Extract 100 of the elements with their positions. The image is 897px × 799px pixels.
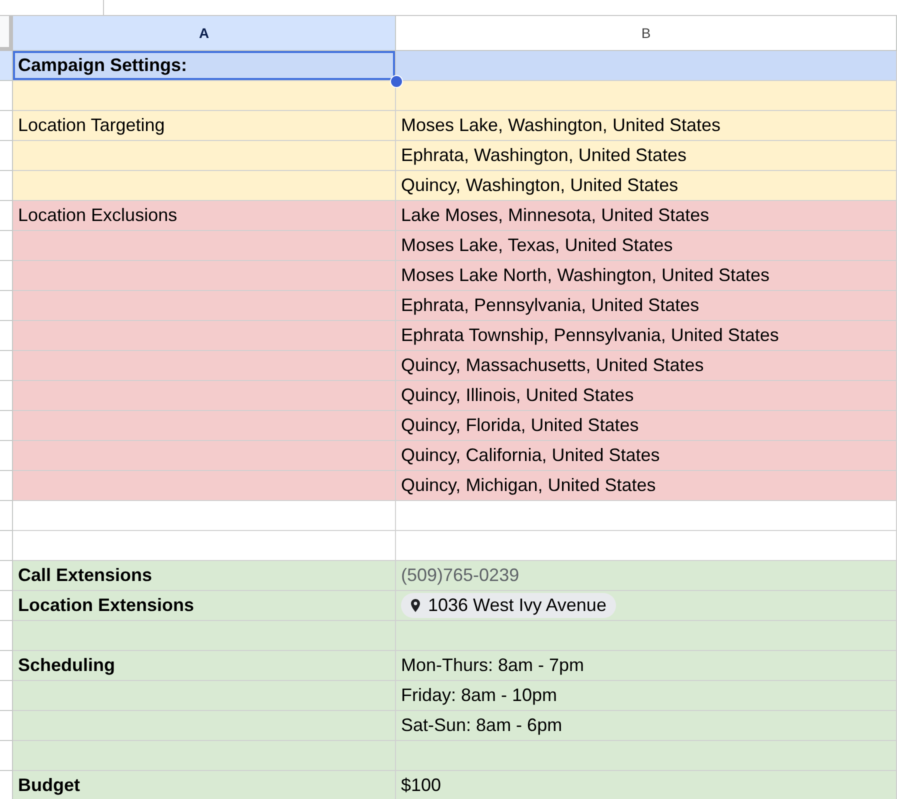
cell-text: Location Extensions <box>18 595 194 616</box>
cell-text: Quincy, California, United States <box>401 445 660 466</box>
row-header[interactable] <box>0 321 13 351</box>
table-cell[interactable]: Sat-Sun: 8am - 6pm <box>396 711 897 741</box>
table-cell[interactable] <box>13 141 396 171</box>
row-header[interactable] <box>0 51 13 81</box>
table-cell[interactable] <box>396 51 897 81</box>
table-cell[interactable]: Quincy, Illinois, United States <box>396 381 897 411</box>
row-header[interactable] <box>0 291 13 321</box>
table-cell[interactable]: Quincy, Michigan, United States <box>396 471 897 501</box>
cell-text: Campaign Settings: <box>18 55 188 76</box>
table-cell[interactable]: $100 <box>396 771 897 799</box>
table-cell[interactable] <box>13 501 396 531</box>
cell-text: Budget <box>18 775 80 796</box>
table-cell[interactable]: Quincy, Florida, United States <box>396 411 897 441</box>
table-cell[interactable]: Ephrata Township, Pennsylvania, United States <box>396 321 897 351</box>
cell-text: Ephrata, Pennsylvania, United States <box>401 295 700 316</box>
row-header[interactable] <box>0 681 13 711</box>
phone-number: (509)765-0239 <box>401 565 520 586</box>
cell-text: Location Exclusions <box>18 205 178 226</box>
table-cell[interactable] <box>396 621 897 651</box>
cell-text: Quincy, Michigan, United States <box>401 475 656 496</box>
address-chip[interactable]: 1036 West Ivy Avenue <box>401 593 616 618</box>
row-header[interactable] <box>0 561 13 591</box>
table-cell[interactable]: Location Targeting <box>13 111 396 141</box>
table-cell[interactable] <box>396 741 897 771</box>
table-cell[interactable]: (509)765-0239 <box>396 561 897 591</box>
row-header[interactable] <box>0 381 13 411</box>
table-cell[interactable]: Lake Moses, Minnesota, United States <box>396 201 897 231</box>
row-header[interactable] <box>0 111 13 141</box>
table-cell[interactable] <box>13 411 396 441</box>
map-pin-icon <box>411 599 420 612</box>
cell-text: Quincy, Florida, United States <box>401 415 639 436</box>
table-cell[interactable] <box>13 261 396 291</box>
row-header[interactable] <box>0 81 13 111</box>
table-cell[interactable]: Quincy, Washington, United States <box>396 171 897 201</box>
table-cell[interactable]: Quincy, California, United States <box>396 441 897 471</box>
table-cell[interactable]: Location Exclusions <box>13 201 396 231</box>
row-header[interactable] <box>0 411 13 441</box>
table-cell[interactable] <box>396 81 897 111</box>
table-cell[interactable]: Scheduling <box>13 651 396 681</box>
table-cell[interactable] <box>13 351 396 381</box>
table-cell[interactable] <box>13 741 396 771</box>
table-cell[interactable] <box>13 381 396 411</box>
row-header[interactable] <box>0 171 13 201</box>
table-cell[interactable] <box>13 681 396 711</box>
table-cell[interactable]: 1036 West Ivy Avenue <box>396 591 897 621</box>
table-cell[interactable] <box>13 711 396 741</box>
table-cell[interactable]: Moses Lake, Texas, United States <box>396 231 897 261</box>
row-header[interactable] <box>0 261 13 291</box>
cell-text: Friday: 8am - 10pm <box>401 685 558 706</box>
table-cell[interactable]: Ephrata, Pennsylvania, United States <box>396 291 897 321</box>
table-cell[interactable]: Location Extensions <box>13 591 396 621</box>
table-cell[interactable] <box>13 321 396 351</box>
cell-text: Quincy, Massachusetts, United States <box>401 355 704 376</box>
cell-text: Call Extensions <box>18 565 152 586</box>
table-cell[interactable] <box>13 231 396 261</box>
row-header[interactable] <box>0 471 13 501</box>
table-cell[interactable]: Campaign Settings: <box>13 51 396 81</box>
cell-text: Lake Moses, Minnesota, United States <box>401 205 710 226</box>
row-header[interactable] <box>0 621 13 651</box>
table-cell[interactable]: Mon-Thurs: 8am - 7pm <box>396 651 897 681</box>
table-cell[interactable] <box>396 501 897 531</box>
table-cell[interactable] <box>13 621 396 651</box>
cell-text: Scheduling <box>18 655 116 676</box>
row-header[interactable] <box>0 231 13 261</box>
select-all-corner[interactable] <box>0 16 13 51</box>
row-header[interactable] <box>0 651 13 681</box>
cell-text: Sat-Sun: 8am - 6pm <box>401 715 562 736</box>
cell-text: Ephrata Township, Pennsylvania, United States <box>401 325 779 346</box>
table-cell[interactable] <box>13 81 396 111</box>
table-cell[interactable]: Budget <box>13 771 396 799</box>
cell-text: Mon-Thurs: 8am - 7pm <box>401 655 584 676</box>
cell-text: Moses Lake, Texas, United States <box>401 235 673 256</box>
row-header[interactable] <box>0 141 13 171</box>
cell-text: Moses Lake, Washington, United States <box>401 115 720 136</box>
column-header[interactable]: A <box>13 16 396 51</box>
table-cell[interactable] <box>13 171 396 201</box>
row-header[interactable] <box>0 741 13 771</box>
table-cell[interactable]: Quincy, Massachusetts, United States <box>396 351 897 381</box>
row-header[interactable] <box>0 441 13 471</box>
row-header[interactable] <box>0 531 13 561</box>
table-cell[interactable]: Call Extensions <box>13 561 396 591</box>
table-cell[interactable]: Friday: 8am - 10pm <box>396 681 897 711</box>
cell-text: Location Targeting <box>18 115 165 136</box>
row-header[interactable] <box>0 351 13 381</box>
table-cell[interactable]: Moses Lake North, Washington, United States <box>396 261 897 291</box>
cell-text: Quincy, Washington, United States <box>401 175 678 196</box>
cell-text: Moses Lake North, Washington, United States <box>401 265 770 286</box>
table-cell[interactable] <box>13 441 396 471</box>
table-cell[interactable] <box>13 471 396 501</box>
row-header[interactable] <box>0 711 13 741</box>
table-cell[interactable]: Moses Lake, Washington, United States <box>396 111 897 141</box>
cell-text: Quincy, Illinois, United States <box>401 385 634 406</box>
cell-text: Ephrata, Washington, United States <box>401 145 686 166</box>
row-header[interactable] <box>0 591 13 621</box>
row-header[interactable] <box>0 201 13 231</box>
table-cell[interactable] <box>13 291 396 321</box>
row-header[interactable] <box>0 501 13 531</box>
table-cell[interactable]: Ephrata, Washington, United States <box>396 141 897 171</box>
